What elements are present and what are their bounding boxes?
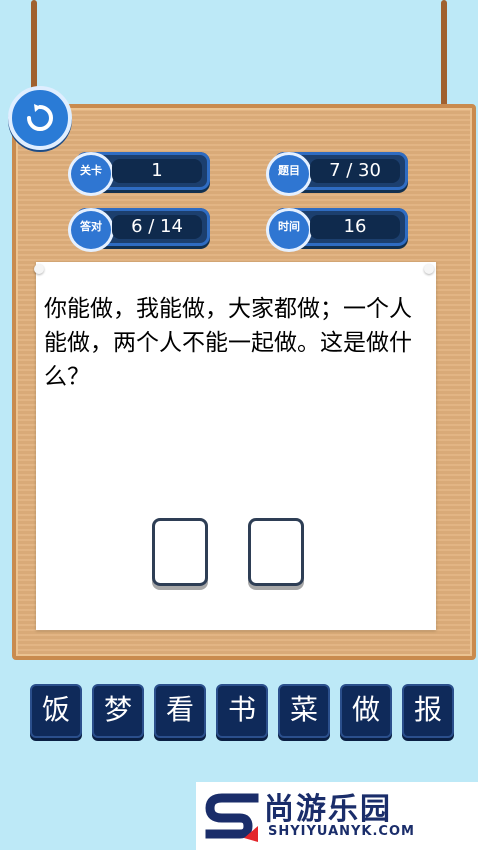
question-text: 你能做，我能做，大家都做；一个人能做，两个人不能一起做。这是做什么？	[44, 296, 412, 390]
correct-value: 6 / 14	[112, 215, 202, 239]
choice-key[interactable]: 报	[402, 684, 454, 738]
question-badge: 题目	[266, 152, 312, 196]
choice-key[interactable]: 做	[340, 684, 392, 738]
question-value: 7 / 30	[310, 159, 400, 183]
pin-icon	[34, 264, 44, 274]
refresh-icon	[27, 104, 53, 131]
level-value: 1	[112, 159, 202, 183]
watermark-cn: 尚游乐园	[264, 792, 392, 827]
watermark: 尚游乐园 SHYIYUANYK.COM	[196, 782, 478, 850]
correct-stat: 答对 6 / 14	[68, 208, 210, 252]
answer-slot-2[interactable]	[248, 518, 304, 586]
pin-icon	[424, 264, 434, 274]
choice-key[interactable]: 梦	[92, 684, 144, 738]
time-badge: 时间	[266, 208, 312, 252]
time-stat: 时间 16	[266, 208, 408, 252]
level-stat: 关卡 1	[68, 152, 210, 196]
logo-s-icon	[205, 793, 259, 842]
answer-slot-1[interactable]	[152, 518, 208, 586]
time-value: 16	[310, 215, 400, 239]
watermark-en: SHYIYUANYK.COM	[268, 824, 415, 839]
choice-key[interactable]: 看	[154, 684, 206, 738]
level-badge: 关卡	[68, 152, 114, 196]
refresh-button[interactable]	[8, 86, 72, 150]
choice-key[interactable]: 书	[216, 684, 268, 738]
question-paper: 你能做，我能做，大家都做；一个人能做，两个人不能一起做。这是做什么？	[34, 262, 436, 630]
choice-key[interactable]: 饭	[30, 684, 82, 738]
question-stat: 题目 7 / 30	[266, 152, 408, 196]
choice-key[interactable]: 菜	[278, 684, 330, 738]
correct-badge: 答对	[68, 208, 114, 252]
